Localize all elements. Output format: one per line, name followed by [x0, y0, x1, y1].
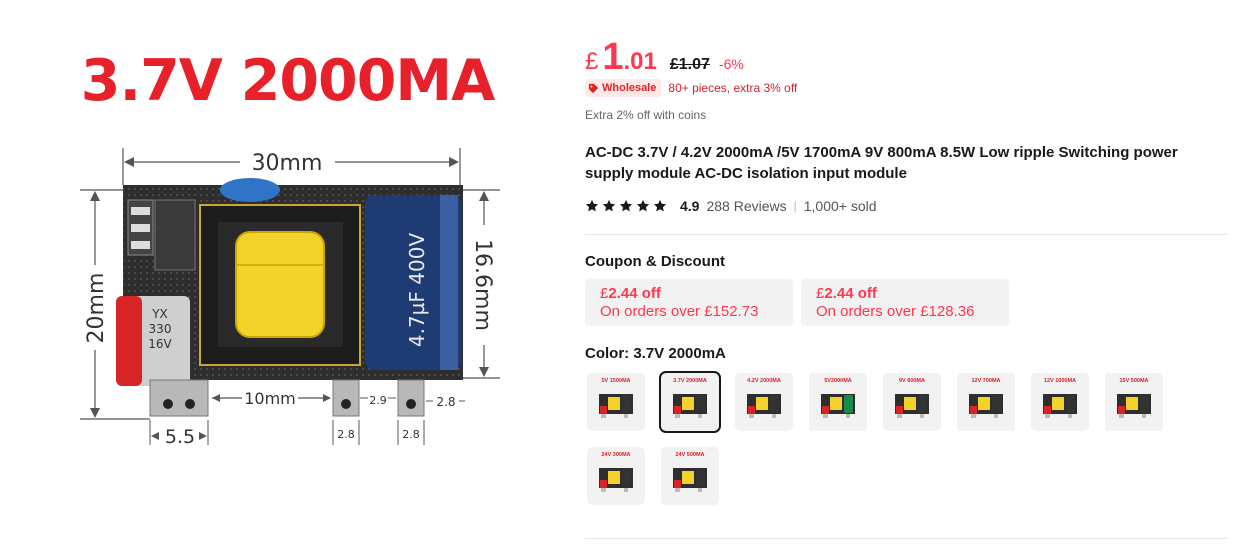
coupon-condition: On orders over £152.73 [600, 303, 759, 320]
color-swatch-label: 3.7V 2000MA [673, 378, 707, 384]
dim-pin-small-b: 2.8 [436, 395, 455, 409]
star-icon [636, 199, 650, 212]
coins-text: Extra 2% off with coins [585, 108, 707, 122]
color-swatch-label: 5V 1500MA [601, 378, 631, 384]
discount-percent: -6% [718, 56, 744, 72]
module-photo: 30mm 20mm 16.6mm 4.7µF 400V YX 330 16V 1… [80, 148, 500, 448]
color-swatch-label: 12V 1000MA [1043, 378, 1077, 384]
rating-separator: | [793, 199, 797, 213]
rating-row: 4.9 288 Reviews | 1,000+ sold [585, 198, 877, 214]
dim-pin-small-c: 2.8 [337, 428, 355, 441]
cap-big-label: 4.7µF 400V [405, 233, 429, 348]
coupon-amount: 2.44 off [824, 285, 877, 302]
star-rating [585, 199, 670, 213]
product-title: AC-DC 3.7V / 4.2V 2000mA /5V 1700mA 9V 8… [585, 144, 1178, 182]
color-swatch[interactable]: 12V 700MA [957, 373, 1015, 431]
reviews-link[interactable]: 288 Reviews [706, 198, 786, 214]
divider [585, 538, 1227, 539]
color-swatch-label: 5V2000MA [824, 378, 852, 384]
price-decimal: .01 [623, 48, 657, 75]
tag-icon [588, 83, 599, 93]
color-swatch[interactable]: 9V 800MA [883, 373, 941, 431]
module-thumbnail [895, 394, 929, 418]
cap-small-text-1: YX [151, 307, 168, 321]
product-image[interactable]: 3.7V 2000MA 30mm 20mm 16.6mm 4.7µF 400V … [0, 0, 570, 549]
star-icon [619, 199, 633, 212]
dim-pin-small-a: 2.9 [369, 394, 387, 407]
price-currency: £ [585, 48, 599, 75]
color-swatch[interactable]: 15V 500MA [1105, 373, 1163, 431]
color-swatch-label: 24V 300MA [601, 452, 631, 458]
color-swatch[interactable]: 5V 1500MA [587, 373, 645, 431]
star-icon [602, 199, 616, 212]
color-swatch-list: 5V 1500MA 3.7V 2000MA 4.2V 2000MA 5V2000MA 9… [585, 371, 1227, 519]
color-section-title: Color: 3.7V 2000mA [585, 345, 726, 362]
star-icon [653, 199, 667, 212]
divider [585, 234, 1227, 235]
coupon-card[interactable]: £2.44 off On orders over £128.36 [801, 279, 1009, 326]
original-price: £1.07 [669, 56, 710, 73]
color-swatch[interactable]: 24V 300MA [587, 447, 645, 505]
dim-pin-gap: 10mm [244, 389, 296, 408]
module-thumbnail [673, 468, 707, 492]
color-swatch-label: 4.2V 2000MA [747, 378, 781, 384]
color-swatch[interactable]: 5V2000MA [809, 373, 867, 431]
module-thumbnail [821, 394, 855, 418]
color-swatch[interactable]: 24V 500MA [661, 447, 719, 505]
wholesale-text: 80+ pieces, extra 3% off [668, 81, 798, 95]
color-swatch-label: 12V 700MA [971, 378, 1001, 384]
coupon-card[interactable]: £2.44 off On orders over £152.73 [585, 279, 793, 326]
color-swatch[interactable]: 12V 1000MA [1031, 373, 1089, 431]
coupon-list: £2.44 off On orders over £152.73 £2.44 o… [585, 279, 1017, 326]
dim-height-left: 20mm [84, 273, 109, 344]
sold-count: 1,000+ sold [803, 198, 877, 214]
coupon-condition: On orders over £128.36 [816, 303, 975, 320]
module-thumbnail [747, 394, 781, 418]
module-thumbnail [673, 394, 707, 418]
color-swatch-label: 15V 500MA [1119, 378, 1149, 384]
wholesale-badge-label: Wholesale [602, 82, 657, 94]
module-thumbnail [1117, 394, 1151, 418]
dim-width-top: 30mm [252, 151, 323, 176]
cap-small-text-2: 330 [149, 322, 172, 336]
star-icon [585, 199, 599, 212]
dim-height-right: 16.6mm [470, 239, 495, 331]
module-thumbnail [599, 394, 633, 418]
coupon-amount: 2.44 off [608, 285, 661, 302]
module-thumbnail [599, 468, 633, 492]
wholesale-badge: Wholesale [585, 79, 662, 97]
dim-pin-small-d: 2.8 [402, 428, 420, 441]
color-swatch-label: 24V 500MA [675, 452, 705, 458]
module-thumbnail [969, 394, 1003, 418]
color-swatch[interactable]: 3.7V 2000MA [659, 371, 721, 433]
cap-small-text-3: 16V [148, 337, 172, 351]
module-thumbnail [1043, 394, 1077, 418]
price-row: £ 1 .01 £1.07 -6% [585, 36, 744, 79]
color-swatch-label: 9V 800MA [899, 378, 925, 384]
rating-score: 4.9 [680, 198, 700, 214]
coupon-section-title: Coupon & Discount [585, 253, 725, 270]
wholesale-row: Wholesale 80+ pieces, extra 3% off [585, 79, 797, 97]
color-swatch[interactable]: 4.2V 2000MA [735, 373, 793, 431]
price-integer: 1 [602, 36, 624, 78]
dim-pin-left: 5.5 [165, 426, 195, 448]
